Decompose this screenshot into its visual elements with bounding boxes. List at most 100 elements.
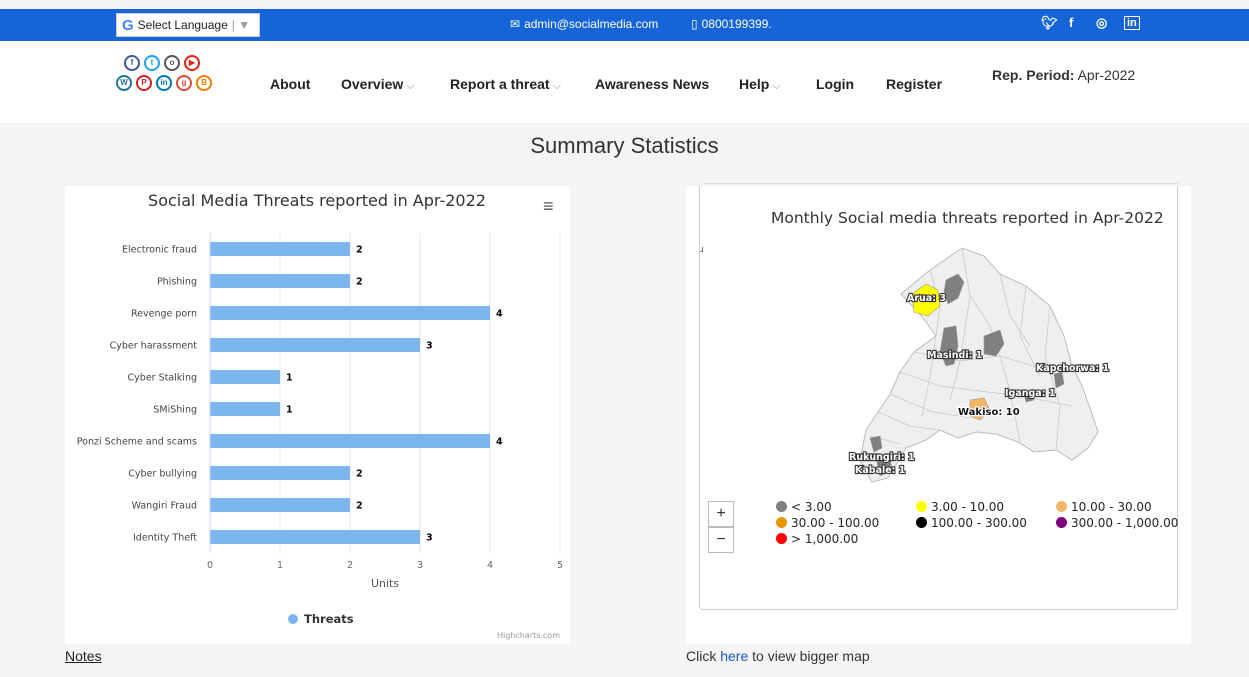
- x-axis-label: Units: [371, 577, 399, 590]
- google-icon: G: [122, 16, 134, 34]
- map-legend-item[interactable]: 3.00 - 10.00: [916, 500, 1004, 514]
- nav-register[interactable]: Register: [886, 76, 942, 92]
- bar[interactable]: [210, 434, 490, 448]
- envelope-icon: ✉: [510, 17, 521, 31]
- map-label-masindi: Masindi: 1: [927, 350, 982, 361]
- map-legend-item[interactable]: > 1,000.00: [776, 532, 858, 546]
- chart-panel: Social Media Threats reported in Apr-202…: [65, 186, 570, 644]
- linkedin-icon[interactable]: in: [1124, 16, 1140, 30]
- data-label: 3: [426, 341, 433, 352]
- chart-title: Social Media Threats reported in Apr-202…: [148, 191, 486, 210]
- threats-bar-chart: Social Media Threats reported in Apr-202…: [77, 191, 563, 640]
- map-label-iganga: Iganga: 1: [1005, 388, 1055, 399]
- bigmap-prefix: Click: [686, 648, 721, 664]
- language-selector[interactable]: G Select Language | ▼: [116, 13, 260, 37]
- bar[interactable]: [210, 498, 350, 512]
- bar[interactable]: [210, 274, 350, 288]
- facebook-icon[interactable]: f: [1069, 15, 1073, 30]
- bar[interactable]: [210, 306, 490, 320]
- nav-awareness-news-label: Awareness News: [595, 76, 710, 92]
- nav-awareness-news[interactable]: Awareness News: [595, 76, 709, 92]
- bigger-map-link[interactable]: here: [720, 648, 748, 664]
- bar[interactable]: [210, 402, 280, 416]
- phone-icon: ▯: [691, 17, 698, 31]
- map-legend-item[interactable]: 30.00 - 100.00: [776, 516, 879, 530]
- bar[interactable]: [210, 242, 350, 256]
- nav-login[interactable]: Login: [816, 76, 854, 92]
- legend-label: 300.00 - 1,000.00: [1071, 516, 1179, 530]
- bar[interactable]: [210, 466, 350, 480]
- phone-contact[interactable]: ▯ 0800199399.: [691, 17, 772, 31]
- y-category-label: Revenge porn: [131, 309, 197, 320]
- dropdown-arrow-icon: | ▼: [231, 18, 251, 32]
- data-label: 4: [496, 309, 503, 320]
- logo-twitter-icon: t: [144, 55, 160, 71]
- chart-credit[interactable]: Highcharts.com: [497, 631, 560, 640]
- map-title: Monthly Social media threats reported in…: [771, 209, 1164, 227]
- logo-wordpress-icon: W: [116, 75, 132, 91]
- logo-pinterest-icon: P: [136, 75, 152, 91]
- chevron-down-icon: ⌵: [552, 80, 561, 92]
- zoom-out-button[interactable]: −: [708, 527, 734, 553]
- notes-link[interactable]: Notes: [65, 648, 102, 664]
- y-category-label: SMiShing: [153, 405, 197, 416]
- language-label: Select Language: [137, 18, 228, 32]
- y-category-label: Cyber harassment: [110, 341, 198, 352]
- data-label: 2: [356, 469, 363, 480]
- legend-dot-icon: [776, 501, 787, 512]
- chart-menu-icon[interactable]: ≡: [543, 196, 554, 217]
- email-text: admin@socialmedia.com: [524, 17, 659, 31]
- map-corner-mark: u: [700, 245, 704, 255]
- nav-help[interactable]: Help ⌵: [739, 76, 781, 93]
- legend-dot-icon: [916, 517, 927, 528]
- bar[interactable]: [210, 338, 420, 352]
- bar[interactable]: [210, 530, 420, 544]
- logo-googleplus-icon: g: [176, 75, 192, 91]
- nav-report-threat[interactable]: Report a threat ⌵: [450, 76, 561, 93]
- nav-report-threat-label: Report a threat: [450, 76, 550, 92]
- map-legend-item[interactable]: < 3.00: [776, 500, 832, 514]
- uganda-map[interactable]: Monthly Social media threats reported in…: [698, 186, 1179, 610]
- legend-dot-icon: [916, 501, 927, 512]
- email-contact[interactable]: ✉ admin@socialmedia.com: [510, 17, 658, 31]
- map-label-kabale: Kabale: 1: [855, 465, 905, 476]
- nav-overview[interactable]: Overview ⌵: [341, 76, 415, 93]
- y-category-label: Cyber Stalking: [128, 373, 197, 384]
- x-tick-label: 4: [487, 560, 493, 571]
- map-legend-item[interactable]: 100.00 - 300.00: [916, 516, 1027, 530]
- chevron-down-icon: ⌵: [772, 80, 781, 92]
- instagram-icon[interactable]: ◎: [1096, 15, 1107, 31]
- site-logo[interactable]: f t o ▶ W P in g B: [116, 55, 226, 103]
- bar[interactable]: [210, 370, 280, 384]
- rep-period-value: Apr-2022: [1077, 67, 1136, 83]
- data-label: 1: [286, 373, 293, 384]
- logo-linkedin-icon: in: [156, 75, 172, 91]
- logo-facebook-icon: f: [124, 55, 140, 71]
- map-legend-item[interactable]: 300.00 - 1,000.00: [1056, 516, 1178, 530]
- map-label-kapchorwa: Kapchorwa: 1: [1036, 363, 1109, 374]
- legend-marker: [288, 614, 298, 624]
- map-legend-item[interactable]: 10.00 - 30.00: [1056, 500, 1152, 514]
- y-category-label: Phishing: [157, 277, 197, 288]
- x-tick-label: 2: [347, 560, 353, 571]
- legend-label: 30.00 - 100.00: [791, 516, 880, 530]
- data-label: 4: [496, 437, 503, 448]
- legend-label: > 1,000.00: [791, 532, 859, 546]
- data-label: 2: [356, 277, 363, 288]
- zoom-in-button[interactable]: +: [708, 501, 734, 527]
- logo-camera-icon: o: [164, 55, 180, 71]
- map-label-wakiso: Wakiso: 10: [958, 407, 1020, 418]
- bigmap-suffix: to view bigger map: [748, 648, 870, 664]
- x-tick-label: 1: [277, 560, 283, 571]
- nav-about[interactable]: About: [270, 76, 310, 92]
- rep-period-label: Rep. Period:: [992, 67, 1075, 83]
- phone-text: 0800199399.: [701, 17, 772, 31]
- data-label: 1: [286, 405, 293, 416]
- map-divider: [704, 183, 1178, 184]
- y-category-label: Wangiri Fraud: [132, 501, 197, 512]
- nav-help-label: Help: [739, 76, 770, 92]
- legend-label[interactable]: Threats: [304, 612, 354, 626]
- twitter-icon[interactable]: 🐦︎: [1041, 15, 1058, 31]
- legend-dot-icon: [776, 517, 787, 528]
- y-category-label: Cyber bullying: [128, 469, 197, 480]
